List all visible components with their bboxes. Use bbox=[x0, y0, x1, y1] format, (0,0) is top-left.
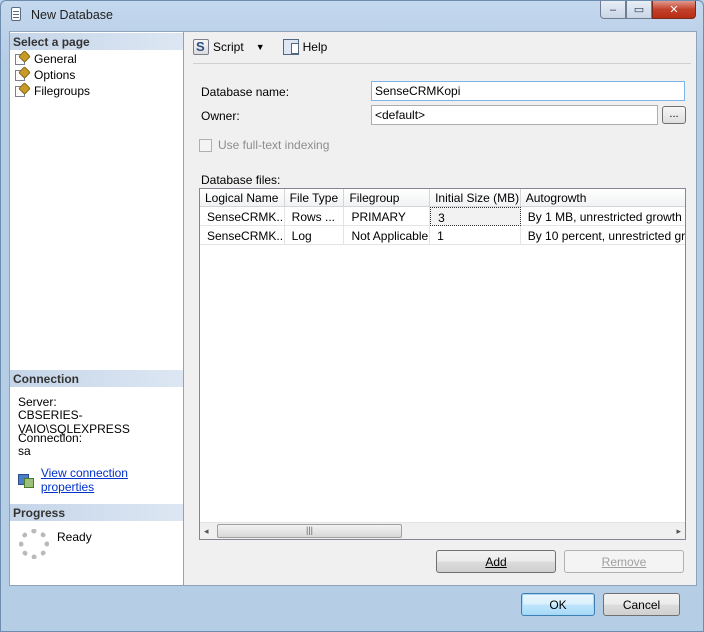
toolbar-divider bbox=[193, 63, 691, 64]
horizontal-scrollbar[interactable]: ◂ ||| ▸ bbox=[200, 522, 685, 539]
scroll-thumb[interactable]: ||| bbox=[217, 524, 402, 538]
progress-header: Progress bbox=[10, 504, 183, 521]
cell-file-type[interactable]: Log bbox=[284, 226, 345, 245]
script-label: Script bbox=[213, 40, 244, 54]
cell-logical-name[interactable]: SenseCRMK... bbox=[200, 226, 285, 245]
cell-filegroup[interactable]: PRIMARY bbox=[344, 207, 431, 226]
owner-label: Owner: bbox=[201, 109, 240, 123]
column-header-initial-size[interactable]: Initial Size (MB) bbox=[430, 189, 521, 206]
grid-header: Logical Name File Type Filegroup Initial… bbox=[200, 189, 685, 207]
progress-status: Ready bbox=[57, 530, 92, 544]
add-button[interactable]: Add bbox=[436, 550, 556, 573]
cell-initial-size[interactable]: 1 bbox=[430, 226, 521, 245]
maximize-button[interactable]: ▭ bbox=[626, 1, 652, 19]
caption-buttons: ‒ ▭ ✕ bbox=[600, 1, 696, 19]
page-item-filegroups[interactable]: Filegroups bbox=[14, 82, 91, 99]
database-files-label: Database files: bbox=[201, 173, 281, 187]
database-files-grid[interactable]: Logical Name File Type Filegroup Initial… bbox=[199, 188, 686, 540]
cell-file-type[interactable]: Rows ... bbox=[284, 207, 345, 226]
ok-button[interactable]: OK bbox=[521, 593, 595, 616]
column-header-logical-name[interactable]: Logical Name bbox=[200, 189, 285, 206]
connection-properties-icon bbox=[18, 473, 34, 488]
page-item-options[interactable]: Options bbox=[14, 66, 76, 83]
view-connection-properties[interactable]: View connection properties bbox=[18, 466, 183, 494]
connection-label: Connection: bbox=[18, 431, 83, 445]
cell-autogrowth[interactable]: By 1 MB, unrestricted growth bbox=[520, 207, 685, 226]
cell-autogrowth[interactable]: By 10 percent, unrestricted growt bbox=[520, 226, 685, 245]
column-header-autogrowth[interactable]: Autogrowth bbox=[521, 189, 685, 206]
scroll-left-icon[interactable]: ◂ bbox=[204, 526, 209, 537]
page-item-label: Filegroups bbox=[34, 84, 91, 98]
column-header-filegroup[interactable]: Filegroup bbox=[344, 189, 431, 206]
server-label: Server: bbox=[18, 395, 57, 409]
table-row[interactable]: SenseCRMK... Log Not Applicable 1 By 10 … bbox=[200, 226, 685, 245]
left-pane: Select a page General Options Filegroups… bbox=[10, 32, 184, 585]
help-label: Help bbox=[302, 40, 328, 54]
right-pane: Script ▼ Help Database name: SenseCRMKop… bbox=[185, 32, 696, 585]
page-settings-icon bbox=[14, 82, 31, 98]
cell-initial-size[interactable]: 3 bbox=[430, 207, 521, 226]
minimize-button[interactable]: ‒ bbox=[600, 1, 626, 19]
page-item-label: General bbox=[34, 52, 77, 66]
remove-button-label: Remove bbox=[601, 554, 647, 569]
connection-header: Connection bbox=[10, 370, 183, 387]
database-name-label: Database name: bbox=[201, 85, 290, 99]
dropdown-arrow-icon[interactable]: ▼ bbox=[256, 42, 265, 52]
fulltext-indexing-option[interactable]: Use full-text indexing bbox=[199, 138, 329, 152]
browse-owner-button[interactable]: ... bbox=[662, 106, 686, 124]
window-title: New Database bbox=[31, 8, 113, 22]
owner-input[interactable]: <default> bbox=[371, 105, 658, 125]
fulltext-indexing-label: Use full-text indexing bbox=[218, 138, 330, 152]
select-page-header: Select a page bbox=[10, 33, 183, 50]
page-item-label: Options bbox=[34, 68, 76, 82]
cancel-button[interactable]: Cancel bbox=[603, 593, 680, 616]
fulltext-indexing-checkbox[interactable] bbox=[199, 138, 212, 152]
cell-filegroup[interactable]: Not Applicable bbox=[344, 226, 431, 245]
column-header-file-type[interactable]: File Type bbox=[285, 189, 345, 206]
close-button[interactable]: ✕ bbox=[652, 1, 696, 19]
connection-value: sa bbox=[18, 444, 31, 458]
help-icon bbox=[282, 39, 299, 55]
progress-spinner-icon bbox=[19, 529, 49, 559]
scroll-right-icon[interactable]: ▸ bbox=[676, 526, 681, 537]
page-settings-icon bbox=[14, 50, 31, 66]
script-button[interactable]: Script ▼ bbox=[193, 39, 265, 55]
title-bar[interactable]: New Database ‒ ▭ ✕ bbox=[1, 1, 703, 29]
view-connection-properties-link[interactable]: View connection properties bbox=[41, 466, 183, 494]
database-icon bbox=[11, 7, 21, 21]
help-button[interactable]: Help bbox=[282, 39, 328, 55]
dialog-client-area: Select a page General Options Filegroups… bbox=[9, 31, 697, 586]
new-database-window: New Database ‒ ▭ ✕ Select a page General… bbox=[0, 0, 704, 632]
page-item-general[interactable]: General bbox=[14, 50, 77, 67]
remove-button: Remove bbox=[564, 550, 684, 573]
cell-logical-name[interactable]: SenseCRMK... bbox=[200, 207, 285, 226]
script-icon bbox=[193, 39, 209, 55]
page-settings-icon bbox=[14, 66, 31, 82]
table-row[interactable]: SenseCRMK... Rows ... PRIMARY 3 By 1 MB,… bbox=[200, 207, 685, 226]
add-button-label: Add bbox=[485, 554, 507, 569]
toolbar: Script ▼ Help bbox=[185, 32, 696, 62]
database-name-input[interactable]: SenseCRMKopi bbox=[371, 81, 685, 101]
